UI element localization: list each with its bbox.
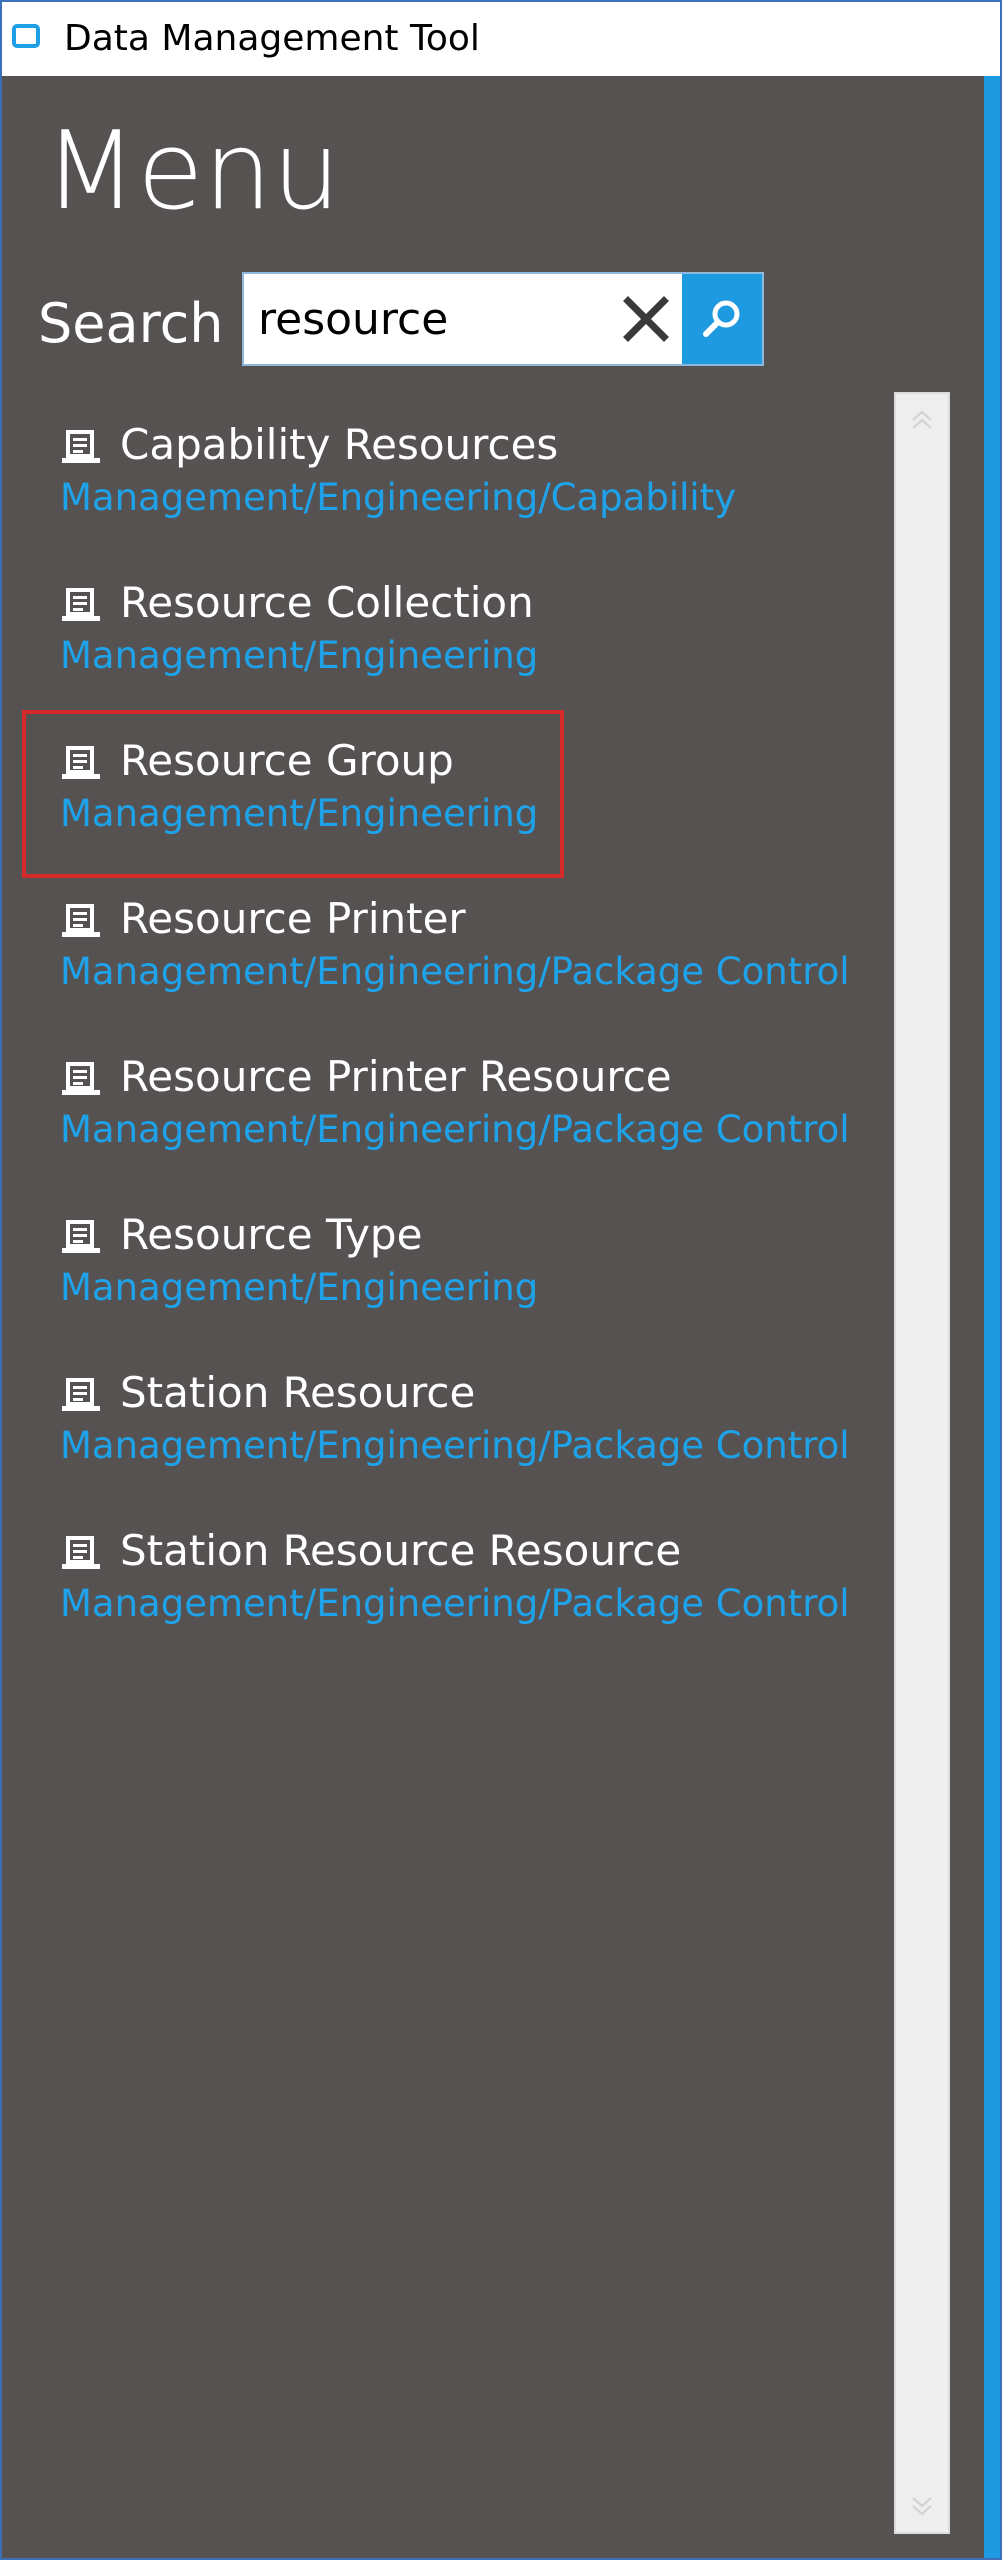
result-item[interactable]: Resource Printer Management/Engineering/P… xyxy=(58,871,858,993)
chevron-up-icon xyxy=(912,410,932,429)
search-icon xyxy=(703,300,740,337)
document-icon xyxy=(62,1536,100,1569)
window-title: Data Management Tool xyxy=(64,18,480,59)
result-path: Management/Engineering xyxy=(60,634,539,677)
right-accent-bar xyxy=(984,76,1000,2558)
document-icon xyxy=(62,1062,100,1095)
chevron-down-icon xyxy=(912,2497,932,2516)
document-icon xyxy=(62,1378,100,1411)
app-window: Data Management Tool Menu Search Capabil… xyxy=(0,0,1002,2560)
result-item[interactable]: Resource Type Management/Engineering xyxy=(58,1187,858,1309)
search-button[interactable] xyxy=(682,274,762,364)
result-path: Management/Engineering/Package Control xyxy=(60,1108,850,1151)
result-item[interactable]: Capability Resources Management/Engineeri… xyxy=(58,397,858,519)
result-item[interactable]: Resource Printer Resource Management/Engi… xyxy=(58,1029,858,1151)
scroll-down-button[interactable] xyxy=(896,2480,948,2532)
app-window-icon xyxy=(12,24,40,48)
title-bar[interactable]: Data Management Tool xyxy=(2,2,1000,76)
result-title: Resource Type xyxy=(120,1210,423,1259)
result-item[interactable]: Station Resource Resource Management/Engi… xyxy=(58,1503,858,1625)
menu-heading: Menu xyxy=(44,109,341,234)
vertical-scrollbar[interactable] xyxy=(894,392,950,2534)
result-title: Station Resource Resource xyxy=(120,1526,682,1575)
document-icon xyxy=(62,430,100,463)
result-path: Management/Engineering/Capability xyxy=(60,476,737,519)
scroll-track[interactable] xyxy=(896,446,948,2480)
search-label: Search xyxy=(38,292,224,355)
result-item[interactable]: Station Resource Management/Engineering/P… xyxy=(58,1345,858,1467)
result-title: Resource Collection xyxy=(120,578,534,627)
result-path: Management/Engineering xyxy=(60,1266,539,1309)
search-box xyxy=(242,272,764,366)
document-icon xyxy=(62,588,100,621)
document-icon xyxy=(62,904,100,937)
result-title: Resource Printer Resource xyxy=(120,1052,672,1101)
scroll-up-button[interactable] xyxy=(896,394,948,446)
result-title: Station Resource xyxy=(120,1368,476,1417)
document-icon xyxy=(62,1220,100,1253)
result-title: Capability Resources xyxy=(120,420,559,469)
result-title: Resource Printer xyxy=(120,894,466,943)
result-path: Management/Engineering/Package Control xyxy=(60,1424,850,1467)
search-input[interactable] xyxy=(258,284,588,354)
result-path: Management/Engineering/Package Control xyxy=(60,950,850,993)
clear-search-button[interactable] xyxy=(606,274,686,364)
highlight-box xyxy=(22,710,564,878)
close-icon xyxy=(623,296,669,342)
result-path: Management/Engineering/Package Control xyxy=(60,1582,850,1625)
result-item[interactable]: Resource Collection Management/Engineerin… xyxy=(58,555,858,677)
